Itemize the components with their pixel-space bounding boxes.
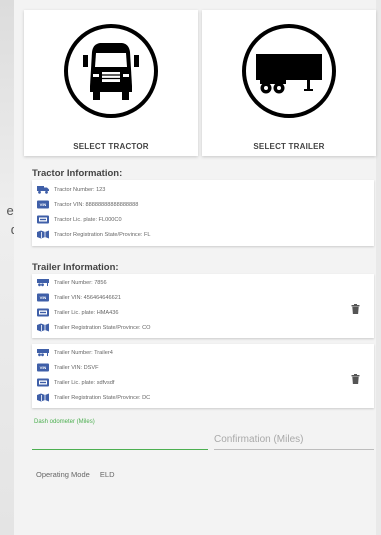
trailer-vin-text: Trailer VIN: DSVF xyxy=(54,364,99,371)
svg-text:VIN: VIN xyxy=(40,295,47,300)
tractor-info-title: Tractor Information: xyxy=(32,168,123,179)
registration-icon xyxy=(37,393,49,402)
trailer-number-row: Trailer Number: Trailer4 xyxy=(37,347,113,358)
trailer-registration-text: Trailer Registration State/Province: DC xyxy=(54,394,151,401)
trailer-vin-text: Trailer VIN: 456464646621 xyxy=(54,294,121,301)
truck-front-icon xyxy=(62,22,160,120)
registration-icon xyxy=(37,230,49,239)
trailer-vin-row: VIN Trailer VIN: 456464646621 xyxy=(37,292,121,303)
trailer-plate-row: Trailer Lic. plate: HMA436 xyxy=(37,307,118,318)
trailer-plate-row: Trailer Lic. plate: sdfvsdf xyxy=(37,377,114,388)
license-plate-icon xyxy=(37,378,49,387)
select-trailer-card[interactable]: SELECT TRAILER xyxy=(202,10,376,156)
select-trailer-label: SELECT TRAILER xyxy=(253,142,325,151)
trailer-number-text: Trailer Number: Trailer4 xyxy=(54,349,113,356)
trailer-plate-text: Trailer Lic. plate: HMA436 xyxy=(54,309,119,316)
trailer-plate-text: Trailer Lic. plate: sdfvsdf xyxy=(54,379,115,386)
registration-icon xyxy=(37,323,49,332)
tractor-vin-text: Tractor VIN: 88888888888888888 xyxy=(54,201,139,208)
operating-mode-row: Operating Mode ELD xyxy=(36,470,114,479)
trash-icon xyxy=(351,374,360,384)
vin-icon: VIN xyxy=(37,200,49,209)
tractor-info-card: Tractor Number: 123 VIN Tractor VIN: 888… xyxy=(32,180,374,246)
license-plate-icon xyxy=(37,308,49,317)
tractor-vin-row: VIN Tractor VIN: 88888888888888888 xyxy=(37,199,138,210)
trailer-info-card: Trailer Number: Trailer4 VIN Trailer VIN… xyxy=(32,344,374,408)
trailer-icon xyxy=(240,22,338,120)
trailer-icon xyxy=(37,278,49,287)
tractor-number-row: Tractor Number: 123 xyxy=(37,184,105,195)
svg-text:VIN: VIN xyxy=(40,202,47,207)
operating-mode-value: ELD xyxy=(99,470,115,479)
truck-icon xyxy=(37,185,49,194)
trailer-registration-row: Trailer Registration State/Province: CO xyxy=(37,322,150,333)
tractor-plate-row: Tractor Lic. plate: FL000C0 xyxy=(37,214,122,225)
trailer-vin-row: VIN Trailer VIN: DSVF xyxy=(37,362,99,373)
operating-mode-label: Operating Mode xyxy=(36,470,90,479)
tractor-plate-text: Tractor Lic. plate: FL000C0 xyxy=(54,216,122,223)
trailer-icon xyxy=(37,348,49,357)
dash-odometer-input[interactable] xyxy=(32,430,208,450)
delete-trailer-button[interactable] xyxy=(351,371,360,384)
trailer-number-text: Trailer Number: 7856 xyxy=(54,279,107,286)
tractor-registration-row: Tractor Registration State/Province: FL xyxy=(37,229,150,240)
vin-icon: VIN xyxy=(37,363,49,372)
dash-odometer-label: Dash odometer (Miles) xyxy=(34,419,95,425)
trailer-registration-text: Trailer Registration State/Province: CO xyxy=(54,324,151,331)
confirmation-miles-input[interactable] xyxy=(214,430,374,450)
delete-trailer-button[interactable] xyxy=(351,301,360,314)
vehicle-selection-panel: SELECT TRACTOR SELECT TRAILER Tractor In… xyxy=(14,0,376,535)
trailer-number-row: Trailer Number: 7856 xyxy=(37,277,107,288)
trash-icon xyxy=(351,304,360,314)
svg-text:VIN: VIN xyxy=(40,365,47,370)
license-plate-icon xyxy=(37,215,49,224)
trailer-info-title: Trailer Information: xyxy=(32,262,119,273)
select-tractor-card[interactable]: SELECT TRACTOR xyxy=(24,10,198,156)
select-tractor-label: SELECT TRACTOR xyxy=(73,142,149,151)
tractor-number-text: Tractor Number: 123 xyxy=(54,186,106,193)
trailer-info-card: Trailer Number: 7856 VIN Trailer VIN: 45… xyxy=(32,274,374,338)
trailer-registration-row: Trailer Registration State/Province: DC xyxy=(37,392,150,403)
tractor-registration-text: Tractor Registration State/Province: FL xyxy=(54,231,151,238)
vin-icon: VIN xyxy=(37,293,49,302)
